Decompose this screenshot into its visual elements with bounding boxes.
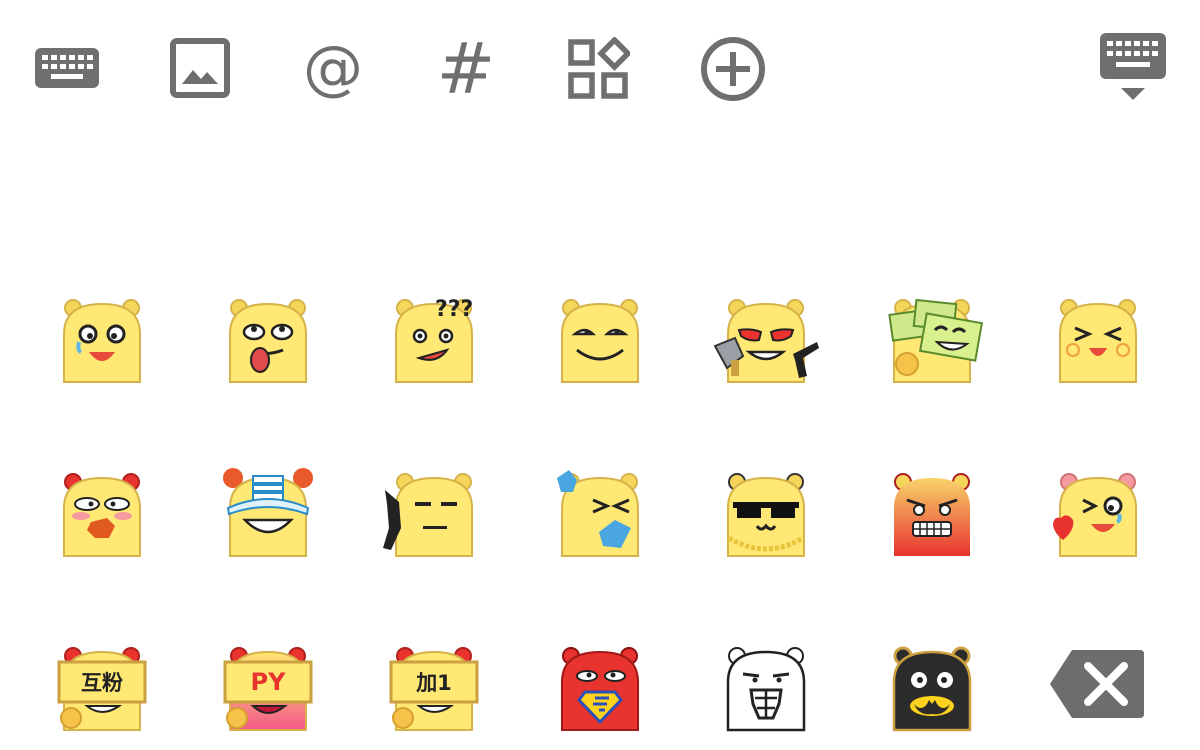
emoji-face [726,647,806,732]
emoji-face [63,299,141,383]
emoji-pistol-stare[interactable] [379,458,489,568]
emoji-wink-heart[interactable] [1043,458,1153,568]
emoji-sweeping[interactable] [545,458,655,568]
emoji-face [561,647,639,731]
emoji-face [63,473,141,557]
emoji-confused-question[interactable]: ??? [379,284,489,394]
emoji-face [1053,473,1137,557]
emoji-sign-hufen[interactable]: 互粉 [47,632,157,742]
emoji-tongue-out[interactable] [213,284,323,394]
emoji-squint-laugh[interactable] [1043,284,1153,394]
emoji-angry-blush[interactable] [47,458,157,568]
emoji-laughing-tears[interactable] [47,284,157,394]
emoji-face [561,299,639,383]
backspace-icon [1050,650,1144,718]
emoji-face [727,473,805,557]
sign-text: PY [251,668,287,696]
emoji-nurse-hat[interactable] [213,458,323,568]
emoji-grid: ??? 互粉 PY 加1 [0,0,1200,750]
emoji-cleaver-and-gun[interactable] [711,284,821,394]
emoji-face: 互粉 [57,647,147,731]
emoji-face [229,299,307,383]
emoji-face [892,646,972,732]
emoji-cool-sunglasses[interactable] [711,458,821,568]
emoji-face [383,473,473,557]
emoji-batman[interactable] [877,632,987,742]
emoji-smug[interactable] [545,284,655,394]
sign-text: 互粉 [81,671,123,695]
emoji-face: PY [223,647,313,731]
emoji-face [557,470,639,557]
emoji-face: 加1 [389,647,479,731]
emoji-face [894,473,970,556]
emoji-furious-red[interactable] [877,458,987,568]
sign-text: 加1 [415,671,452,695]
emoji-superman[interactable] [545,632,655,742]
emoji-face [1059,299,1137,383]
question-marks: ??? [435,297,473,322]
emoji-face [223,468,313,557]
emoji-sign-jia1[interactable]: 加1 [379,632,489,742]
emoji-face [713,299,819,383]
delete-button[interactable] [1048,648,1146,720]
emoji-face: ??? [395,297,473,383]
emoji-money-cheer[interactable] [877,284,987,394]
emoji-sign-py[interactable]: PY [213,632,323,742]
emoji-transformer[interactable] [711,632,821,742]
emoji-face [888,298,984,383]
